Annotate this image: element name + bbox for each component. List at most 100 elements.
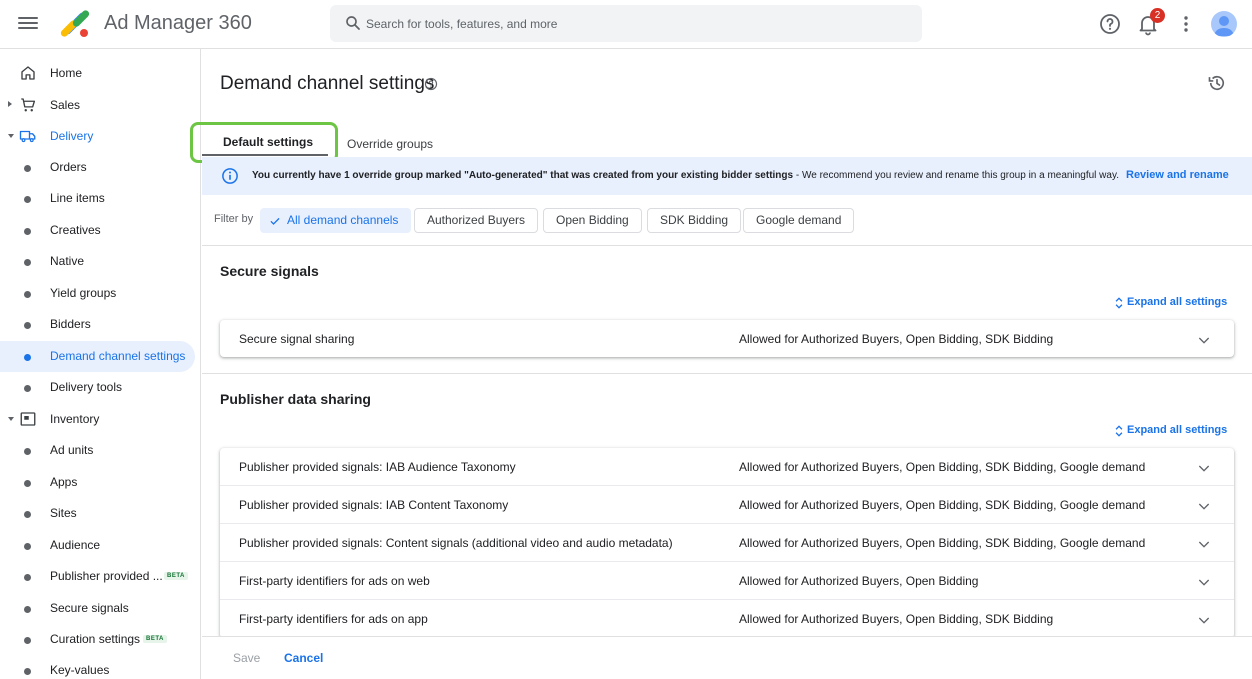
search-bar[interactable] — [330, 5, 922, 42]
sidebar-item-native[interactable]: Native — [0, 246, 195, 277]
settings-card-secure-signals: Secure signal sharing Allowed for Author… — [220, 320, 1234, 357]
avatar-person-icon — [1214, 16, 1234, 36]
sidebar-item-label: Publisher provided ... — [50, 569, 163, 583]
active-tab-indicator — [202, 154, 328, 156]
chip-label: Open Bidding — [556, 213, 629, 227]
expand-caret-icon[interactable] — [8, 101, 12, 107]
save-button[interactable]: Save — [233, 651, 260, 665]
chevron-down-icon[interactable] — [1196, 574, 1212, 590]
setting-row-iab-audience-taxonomy[interactable]: Publisher provided signals: IAB Audience… — [220, 448, 1234, 486]
beta-badge: BETA — [143, 635, 167, 643]
filter-chip-open-bidding[interactable]: Open Bidding — [543, 208, 642, 233]
sidebar-item-apps[interactable]: Apps — [0, 467, 195, 498]
bullet-icon — [24, 448, 31, 455]
sidebar-item-secure-signals[interactable]: Secure signals — [0, 593, 195, 624]
chevron-down-icon[interactable] — [1196, 536, 1212, 552]
collapse-caret-icon[interactable] — [8, 134, 14, 138]
beta-badge: BETA — [164, 572, 188, 580]
setting-row-first-party-ids-web[interactable]: First-party identifiers for ads on web A… — [220, 562, 1234, 600]
chip-label: All demand channels — [287, 213, 399, 227]
app-title: Ad Manager 360 — [104, 12, 252, 34]
review-and-rename-link[interactable]: Review and rename — [1126, 169, 1229, 181]
ad-manager-logo — [60, 10, 90, 37]
sidebar-item-audience[interactable]: Audience — [0, 530, 195, 561]
tab-label: Override groups — [347, 137, 434, 151]
divider — [202, 373, 1252, 374]
chevron-down-icon[interactable] — [1196, 460, 1212, 476]
filter-chip-all-demand-channels[interactable]: All demand channels — [260, 208, 412, 233]
info-icon — [222, 168, 238, 184]
setting-row-iab-content-taxonomy[interactable]: Publisher provided signals: IAB Content … — [220, 486, 1234, 524]
help-icon[interactable] — [1098, 12, 1122, 36]
expand-all-label: Expand all settings — [1127, 424, 1228, 436]
info-banner: You currently have 1 override group mark… — [202, 157, 1252, 195]
help-outline-icon[interactable] — [424, 77, 438, 91]
sidebar-item-label: Native — [50, 254, 85, 268]
sidebar-item-orders[interactable]: Orders — [0, 152, 195, 183]
inventory-icon — [20, 412, 36, 426]
bullet-icon — [24, 511, 31, 518]
sidebar-item-label: Delivery tools — [50, 380, 123, 394]
setting-row-secure-signal-sharing[interactable]: Secure signal sharing Allowed for Author… — [220, 320, 1234, 358]
sidebar-item-sales[interactable]: Sales — [0, 90, 195, 121]
sidebar-item-label: Ad units — [50, 443, 94, 457]
divider — [202, 245, 1252, 246]
sidebar-item-label: Sales — [50, 98, 81, 112]
chevron-down-icon[interactable] — [1196, 612, 1212, 628]
user-avatar[interactable] — [1211, 11, 1237, 37]
sidebar-item-label: Yield groups — [50, 286, 117, 300]
sidebar-item-curation-settings[interactable]: Curation settings BETA — [0, 624, 195, 655]
sidebar-item-label: Audience — [50, 538, 101, 552]
menu-icon[interactable] — [18, 14, 38, 32]
setting-row-content-signals[interactable]: Publisher provided signals: Content sign… — [220, 524, 1234, 562]
sidebar-item-label: Bidders — [50, 317, 91, 331]
chevron-down-icon[interactable] — [1196, 332, 1212, 348]
collapse-caret-icon[interactable] — [8, 417, 14, 421]
search-input[interactable] — [366, 5, 906, 42]
filter-chip-sdk-bidding[interactable]: SDK Bidding — [647, 208, 742, 233]
banner-message-rest: - We recommend you review and rename thi… — [793, 170, 1119, 181]
sidebar-item-home[interactable]: Home — [0, 58, 195, 89]
chevron-down-icon[interactable] — [1196, 498, 1212, 514]
sidebar-item-label: Creatives — [50, 223, 101, 237]
bullet-icon — [24, 574, 31, 581]
sidebar-item-label: Key-values — [50, 663, 110, 677]
sidebar-item-label: Demand channel settings — [50, 349, 186, 363]
setting-row-first-party-ids-app[interactable]: First-party identifiers for ads on app A… — [220, 600, 1234, 638]
setting-value: Allowed for Authorized Buyers, Open Bidd… — [739, 460, 1146, 474]
setting-name: Secure signal sharing — [239, 332, 355, 346]
sidebar-item-publisher-provided[interactable]: Publisher provided ... BETA — [0, 561, 195, 592]
banner-message: You currently have 1 override group mark… — [252, 170, 1119, 181]
sidebar-item-creatives[interactable]: Creatives — [0, 215, 195, 246]
more-vert-icon[interactable] — [1174, 12, 1198, 36]
shopping-cart-icon — [21, 98, 36, 112]
sidebar-item-key-values[interactable]: Key-values — [0, 655, 195, 679]
sidebar-item-sites[interactable]: Sites — [0, 498, 195, 529]
sidebar-item-ad-units[interactable]: Ad units — [0, 435, 195, 466]
setting-name: Publisher provided signals: IAB Audience… — [239, 460, 516, 474]
sidebar-item-bidders[interactable]: Bidders — [0, 309, 195, 340]
sidebar-item-yield-groups[interactable]: Yield groups — [0, 278, 195, 309]
history-icon[interactable] — [1207, 73, 1227, 93]
setting-name: First-party identifiers for ads on app — [239, 612, 428, 626]
sidebar-item-label: Apps — [50, 475, 78, 489]
page-title: Demand channel settings — [220, 73, 435, 94]
sidebar-item-delivery-tools[interactable]: Delivery tools — [0, 372, 195, 403]
sidebar-item-delivery[interactable]: Delivery — [0, 121, 195, 152]
bullet-icon — [24, 385, 31, 392]
sidebar-item-inventory[interactable]: Inventory — [0, 404, 195, 435]
main-content: Demand channel settings Default settings… — [190, 49, 1252, 679]
check-icon — [270, 217, 280, 225]
bullet-icon — [24, 228, 31, 235]
expand-all-label: Expand all settings — [1127, 296, 1228, 308]
filter-chip-google-demand[interactable]: Google demand — [743, 208, 855, 233]
sidebar-item-demand-channel-settings[interactable]: Demand channel settings — [0, 341, 195, 372]
sidebar-item-line-items[interactable]: Line items — [0, 183, 195, 214]
chip-label: Authorized Buyers — [427, 213, 526, 227]
section-title-publisher-data-sharing: Publisher data sharing — [220, 391, 371, 407]
action-footer: Save Cancel — [202, 636, 1252, 679]
chip-label: SDK Bidding — [660, 213, 729, 227]
cancel-button[interactable]: Cancel — [284, 651, 323, 665]
bullet-icon — [24, 668, 31, 675]
filter-chip-authorized-buyers[interactable]: Authorized Buyers — [414, 208, 539, 233]
